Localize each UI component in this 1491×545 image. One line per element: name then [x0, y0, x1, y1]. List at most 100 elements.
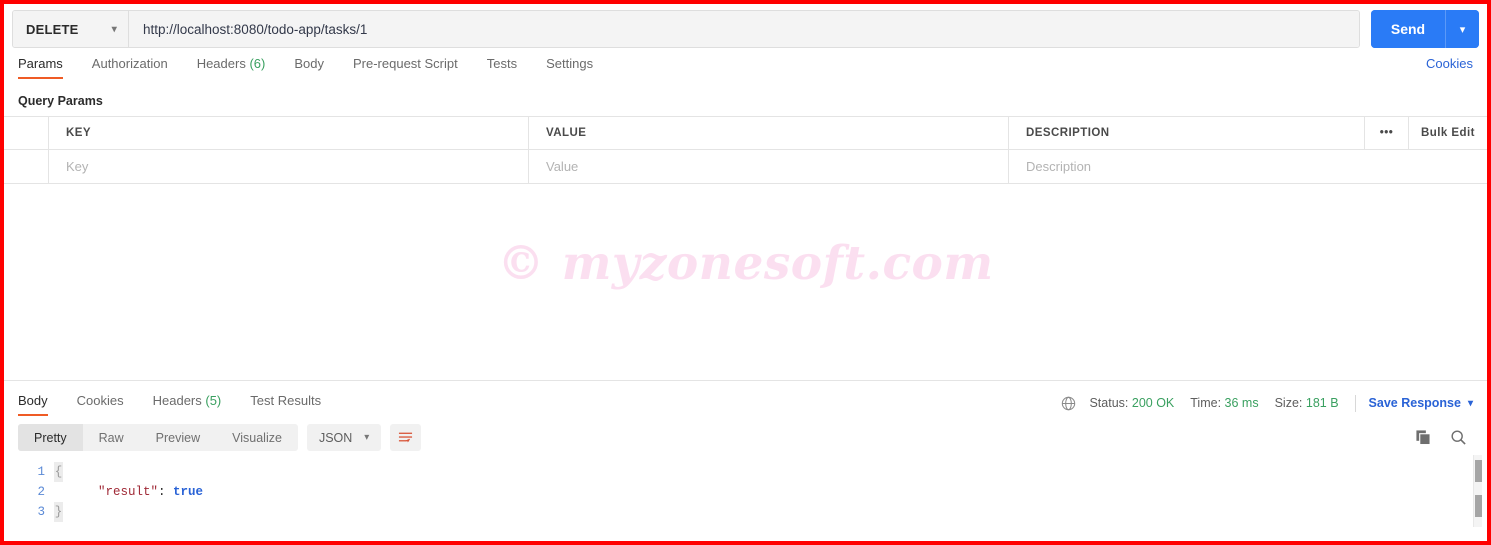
response-format-select[interactable]: JSON ▾ — [306, 424, 382, 451]
response-view-mode-group: Pretty Raw Preview Visualize — [18, 424, 298, 451]
column-header-description: DESCRIPTION — [1009, 117, 1365, 149]
query-params-table: KEY VALUE DESCRIPTION ••• Bulk Edit Key … — [4, 116, 1487, 184]
view-mode-pretty[interactable]: Pretty — [18, 424, 83, 451]
response-format-value: JSON — [318, 430, 353, 445]
column-header-key: KEY — [49, 117, 529, 149]
response-body-toolbar: Pretty Raw Preview Visualize JSON ▾ — [4, 415, 1487, 451]
more-options-icon[interactable]: ••• — [1365, 117, 1409, 149]
code-fold-gutter[interactable]: { } — [54, 462, 68, 522]
request-url-input[interactable] — [129, 11, 1359, 47]
bulk-edit-button[interactable]: Bulk Edit — [1409, 117, 1487, 149]
response-tab-headers-count: (5) — [205, 392, 222, 408]
response-tab-cookies-label: Cookies — [76, 392, 124, 408]
wrap-text-button[interactable] — [390, 424, 422, 451]
send-options-chevron-down-icon[interactable]: ▾ — [1445, 10, 1479, 48]
tab-tests[interactable]: Tests — [487, 54, 517, 79]
tab-body[interactable]: Body — [294, 54, 324, 79]
line-number: 3 — [37, 505, 45, 519]
chevron-down-icon: ▾ — [364, 432, 370, 443]
tab-authorization[interactable]: Authorization — [92, 54, 168, 79]
line-number-gutter: 1 2 3 — [4, 462, 54, 522]
response-view-controls: Pretty Raw Preview Visualize JSON ▾ — [18, 424, 422, 451]
view-mode-raw[interactable]: Raw — [83, 424, 140, 451]
column-header-value: VALUE — [529, 117, 1009, 149]
tab-headers[interactable]: Headers (6) — [197, 54, 266, 79]
time-value: 36 ms — [1224, 396, 1259, 410]
postman-request-response-view: DELETE ▾ Send ▾ Params Authorization Hea… — [4, 4, 1487, 541]
http-method-value: DELETE — [26, 21, 79, 37]
line-number: 1 — [37, 465, 45, 479]
code-content[interactable]: "result": true — [68, 462, 1487, 522]
tab-pre-request-script[interactable]: Pre-request Script — [353, 54, 458, 79]
tab-pre-request-script-label: Pre-request Script — [352, 56, 458, 71]
code-line-2: "result": true — [68, 482, 1487, 502]
scrollbar-thumb-upper[interactable] — [1475, 460, 1482, 482]
tab-tests-label: Tests — [486, 56, 518, 71]
tab-headers-label: Headers — [196, 56, 246, 71]
tab-settings[interactable]: Settings — [546, 54, 593, 79]
size-label: Size: — [1274, 396, 1303, 410]
param-value-input[interactable]: Value — [529, 150, 1009, 183]
status-value: 200 OK — [1131, 396, 1175, 410]
response-body-actions — [1415, 429, 1473, 446]
request-tabs: Params Authorization Headers (6) Body Pr… — [18, 54, 622, 79]
response-time-item: Time: 36 ms — [1190, 396, 1258, 410]
tab-settings-label: Settings — [546, 56, 594, 71]
param-key-input[interactable]: Key — [49, 150, 529, 183]
request-empty-area: © myzonesoft.com — [4, 184, 1487, 380]
query-params-title: Query Params — [18, 94, 103, 108]
request-tabs-row: Params Authorization Headers (6) Body Pr… — [4, 54, 1487, 84]
watermark-text: © myzonesoft.com — [497, 236, 994, 291]
time-label: Time: — [1190, 396, 1222, 410]
view-mode-visualize[interactable]: Visualize — [216, 424, 298, 451]
tab-authorization-label: Authorization — [91, 56, 168, 71]
table-header-row: KEY VALUE DESCRIPTION ••• Bulk Edit — [4, 117, 1487, 150]
line-number: 2 — [37, 485, 45, 499]
fold-marker: { — [54, 462, 63, 482]
response-tab-body[interactable]: Body — [18, 391, 48, 416]
globe-icon — [1061, 396, 1076, 411]
view-mode-preview[interactable]: Preview — [140, 424, 216, 451]
response-tab-headers[interactable]: Headers (5) — [153, 391, 222, 416]
fold-marker: } — [54, 502, 63, 522]
response-tab-cookies[interactable]: Cookies — [77, 391, 124, 416]
save-response-label: Save Response — [1368, 396, 1461, 410]
status-divider — [1354, 394, 1356, 412]
method-url-group: DELETE ▾ — [12, 10, 1360, 48]
status-code-item: Status: 200 OK — [1089, 396, 1174, 410]
response-tabs: Body Cookies Headers (5) Test Results — [18, 391, 350, 416]
json-value: true — [173, 485, 204, 499]
param-description-input[interactable]: Description — [1009, 150, 1487, 183]
chevron-down-icon: ▾ — [111, 23, 117, 35]
send-button[interactable]: Send — [1371, 10, 1445, 48]
response-tab-headers-label: Headers — [152, 392, 202, 408]
scrollbar-thumb-lower[interactable] — [1475, 495, 1482, 517]
response-status-bar: Status: 200 OK Time: 36 ms Size: 181 B S… — [1061, 394, 1473, 412]
response-tabs-row: Body Cookies Headers (5) Test Results St… — [4, 381, 1487, 416]
send-button-group: Send ▾ — [1371, 10, 1479, 48]
app-window: DELETE ▾ Send ▾ Params Authorization Hea… — [0, 0, 1491, 545]
status-label: Status: — [1089, 396, 1129, 410]
json-key: "result" — [98, 485, 159, 499]
response-body-scrollbar[interactable] — [1473, 455, 1482, 527]
response-size-item: Size: 181 B — [1275, 396, 1339, 410]
save-response-button[interactable]: Save Response ▾ — [1369, 396, 1473, 410]
row-checkbox-cell[interactable] — [4, 150, 49, 183]
chevron-down-icon: ▾ — [1467, 397, 1473, 409]
table-row: Key Value Description — [4, 150, 1487, 183]
size-value: 181 B — [1305, 396, 1339, 410]
http-method-select[interactable]: DELETE ▾ — [13, 11, 129, 47]
tab-headers-count: (6) — [249, 56, 266, 71]
select-all-checkbox-cell[interactable] — [4, 117, 49, 149]
request-url-bar: DELETE ▾ Send ▾ — [4, 4, 1487, 54]
cookies-link[interactable]: Cookies — [1426, 54, 1473, 71]
copy-icon[interactable] — [1415, 429, 1432, 446]
response-tab-body-label: Body — [18, 392, 48, 408]
response-tab-test-results-label: Test Results — [250, 392, 322, 408]
response-tab-test-results[interactable]: Test Results — [250, 391, 321, 416]
search-icon[interactable] — [1450, 429, 1467, 446]
tab-params-label: Params — [18, 56, 63, 71]
tab-params[interactable]: Params — [18, 54, 63, 79]
